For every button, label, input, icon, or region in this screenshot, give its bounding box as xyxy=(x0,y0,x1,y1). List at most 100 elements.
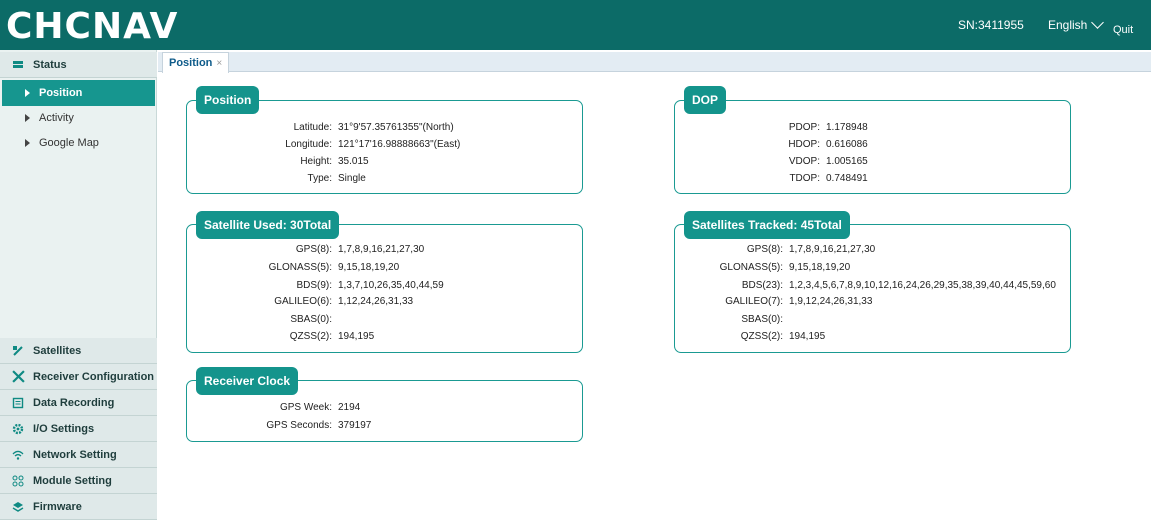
sidebar-item-label: Satellites xyxy=(33,344,82,357)
satellite-icon xyxy=(11,344,25,358)
position-row-latitude: Latitude: 31°9'57.35761355"(North) xyxy=(186,122,454,133)
sidebar-item-label: Data Recording xyxy=(33,396,115,409)
sidebar-item-label: I/O Settings xyxy=(33,422,95,435)
sidebar-item-satellites[interactable]: Satellites xyxy=(0,338,157,364)
sat-tracked-row-sbas: SBAS(0): xyxy=(674,314,789,325)
sidebar-item-label: Receiver Configuration xyxy=(33,370,155,383)
field-value: 0.748491 xyxy=(826,173,868,184)
sidebar-item-label: Status xyxy=(33,58,67,71)
field-label: SBAS(0): xyxy=(290,314,332,325)
field-value: 1,7,8,9,16,21,27,30 xyxy=(338,244,425,255)
sidebar-item-status[interactable]: Status xyxy=(0,52,157,78)
sidebar-subitem-label: Activity xyxy=(39,112,74,124)
close-icon[interactable]: × xyxy=(216,58,222,69)
field-label: Type: xyxy=(307,173,332,184)
field-value: 1,7,8,9,16,21,27,30 xyxy=(789,244,876,255)
field-label: Latitude: xyxy=(293,122,332,133)
clock-row-gps-week: GPS Week: 2194 xyxy=(186,402,360,413)
field-label: BDS(9): xyxy=(296,280,332,291)
sidebar-subitem-label: Position xyxy=(39,87,83,99)
gear-icon xyxy=(11,422,25,436)
serial-number: SN:3411955 xyxy=(958,0,1024,50)
sidebar-item-firmware[interactable]: Firmware xyxy=(0,494,157,520)
caret-right-icon xyxy=(25,89,30,97)
sat-tracked-row-gps: GPS(8): 1,7,8,9,16,21,27,30 xyxy=(674,244,875,255)
sidebar-subitem-activity[interactable]: Activity xyxy=(0,105,157,131)
field-label: GPS(8): xyxy=(295,244,332,255)
field-label: GLONASS(5): xyxy=(268,262,332,273)
sidebar-subitem-label: Google Map xyxy=(39,137,99,149)
field-label: GALILEO(6): xyxy=(274,296,332,307)
field-label: GPS Seconds: xyxy=(266,420,332,431)
field-value: 0.616086 xyxy=(826,139,868,150)
tab-position[interactable]: Position × xyxy=(162,52,230,73)
language-selector[interactable]: English xyxy=(1048,0,1105,50)
caret-right-icon xyxy=(25,114,30,122)
satellite-used-panel-title: Satellite Used: 30Total xyxy=(196,211,340,239)
document-icon xyxy=(11,396,25,410)
sat-used-row-qzss: QZSS(2): 194,195 xyxy=(186,331,374,342)
sidebar-item-io-settings[interactable]: I/O Settings xyxy=(0,416,157,442)
field-label: QZSS(2): xyxy=(740,331,783,342)
field-label: Height: xyxy=(300,156,332,167)
top-header: CHCNAV SN:3411955 English Quit xyxy=(0,0,1151,50)
modules-icon xyxy=(11,474,25,488)
sat-tracked-row-glonass: GLONASS(5): 9,15,18,19,20 xyxy=(674,262,851,273)
dop-panel-title: DOP xyxy=(684,86,727,114)
dop-row-tdop: TDOP: 0.748491 xyxy=(674,173,868,184)
field-value: 194,195 xyxy=(789,331,826,342)
wifi-icon xyxy=(11,448,25,462)
sidebar-item-label: Network Setting xyxy=(33,448,117,461)
sidebar-item-module-setting[interactable]: Module Setting xyxy=(0,468,157,494)
sat-tracked-row-qzss: QZSS(2): 194,195 xyxy=(674,331,825,342)
field-value: 31°9'57.35761355"(North) xyxy=(338,122,454,133)
sat-used-row-bds: BDS(9): 1,3,7,10,26,35,40,44,59 xyxy=(186,280,444,291)
caret-right-icon xyxy=(25,139,30,147)
chcnav-logo: CHCNAV xyxy=(6,5,178,47)
sidebar-item-network-setting[interactable]: Network Setting xyxy=(0,442,157,468)
field-label: GPS Week: xyxy=(279,402,332,413)
sidebar-item-label: Firmware xyxy=(33,500,82,513)
tab-label: Position xyxy=(169,57,213,69)
position-row-longitude: Longitude: 121°17'16.98888663"(East) xyxy=(186,139,460,150)
field-label: Longitude: xyxy=(285,139,332,150)
field-value: 1,2,3,4,5,6,7,8,9,10,12,16,24,26,29,35,3… xyxy=(789,280,1056,291)
field-value: 9,15,18,19,20 xyxy=(789,262,851,273)
field-value: 1,9,12,24,26,31,33 xyxy=(789,296,873,307)
field-label: HDOP: xyxy=(788,139,820,150)
sat-tracked-row-galileo: GALILEO(7): 1,9,12,24,26,31,33 xyxy=(674,296,872,307)
field-label: BDS(23): xyxy=(741,280,783,291)
sidebar-item-label: Module Setting xyxy=(33,474,112,487)
field-label: GPS(8): xyxy=(746,244,783,255)
field-value: 1.005165 xyxy=(826,156,868,167)
sat-used-row-gps: GPS(8): 1,7,8,9,16,21,27,30 xyxy=(186,244,424,255)
field-label: GALILEO(7): xyxy=(725,296,783,307)
field-value: 1,3,7,10,26,35,40,44,59 xyxy=(338,280,444,291)
tab-bar: Position × xyxy=(158,52,1151,73)
field-value: Single xyxy=(338,173,366,184)
sidebar-subitem-google-map[interactable]: Google Map xyxy=(0,130,157,156)
field-label: VDOP: xyxy=(788,156,820,167)
field-value: 379197 xyxy=(338,420,372,431)
sat-used-row-galileo: GALILEO(6): 1,12,24,26,31,33 xyxy=(186,296,413,307)
satellites-tracked-panel-title: Satellites Tracked: 45Total xyxy=(684,211,850,239)
logo-text: CHCNAV xyxy=(6,5,179,47)
field-value: 2194 xyxy=(338,402,361,413)
quit-label: Quit xyxy=(1113,24,1134,36)
sidebar-item-receiver-configuration[interactable]: Receiver Configuration xyxy=(0,364,157,390)
sat-used-row-glonass: GLONASS(5): 9,15,18,19,20 xyxy=(186,262,400,273)
sat-tracked-row-bds: BDS(23): 1,2,3,4,5,6,7,8,9,10,12,16,24,26… xyxy=(674,280,1056,291)
sidebar: Status Position Activity Google Map Sate… xyxy=(0,50,157,520)
quit-button[interactable]: Quit xyxy=(1113,5,1133,55)
sidebar-subitem-position[interactable]: Position xyxy=(2,80,155,106)
field-label: TDOP: xyxy=(789,173,820,184)
sidebar-item-data-recording[interactable]: Data Recording xyxy=(0,390,157,416)
field-label: SBAS(0): xyxy=(741,314,783,325)
field-value: 194,195 xyxy=(338,331,375,342)
field-label: PDOP: xyxy=(788,122,820,133)
field-value: 1,12,24,26,31,33 xyxy=(338,296,414,307)
serial-number-text: SN:3411955 xyxy=(958,18,1024,32)
status-icon xyxy=(11,58,25,72)
dop-row-pdop: PDOP: 1.178948 xyxy=(674,122,868,133)
firmware-icon xyxy=(11,500,25,514)
